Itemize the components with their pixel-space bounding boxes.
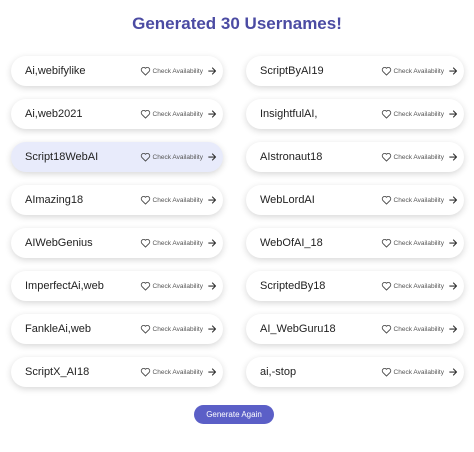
heart-icon xyxy=(140,67,150,76)
heart-icon xyxy=(381,368,391,377)
username-text: ScriptX_AI18 xyxy=(25,366,90,378)
check-availability-label: Check Availability xyxy=(152,67,203,75)
username-text: AI_WebGuru18 xyxy=(260,323,336,335)
check-availability-label: Check Availability xyxy=(152,239,203,247)
check-availability-label: Check Availability xyxy=(152,153,203,161)
check-availability-button[interactable]: Check Availability xyxy=(140,109,217,119)
arrow-right-icon xyxy=(208,325,217,333)
check-availability-button[interactable]: Check Availability xyxy=(381,281,458,291)
heart-icon xyxy=(381,67,391,76)
username-text: AIWebGenius xyxy=(25,237,93,249)
heart-icon xyxy=(381,153,391,162)
username-card: ScriptedBy18 Check Availability xyxy=(246,271,464,301)
username-card: Ai,web2021 Check Availability xyxy=(11,99,223,129)
check-availability-label: Check Availability xyxy=(152,196,203,204)
check-availability-label: Check Availability xyxy=(152,282,203,290)
username-grid: Ai,webifylike Check Availability ScriptByA… xyxy=(11,56,464,387)
check-availability-label: Check Availability xyxy=(152,325,203,333)
check-availability-button[interactable]: Check Availability xyxy=(140,367,217,377)
heart-icon xyxy=(381,239,391,248)
check-availability-button[interactable]: Check Availability xyxy=(381,238,458,248)
heart-icon xyxy=(381,325,391,334)
username-card: Script18WebAI Check Availability xyxy=(11,142,223,172)
username-card: Ai,webifylike Check Availability xyxy=(11,56,223,86)
username-text: Script18WebAI xyxy=(25,151,99,163)
heart-icon xyxy=(140,153,150,162)
check-availability-button[interactable]: Check Availability xyxy=(140,195,217,205)
heart-icon xyxy=(140,282,150,291)
username-card: AIWebGenius Check Availability xyxy=(11,228,223,258)
check-availability-label: Check Availability xyxy=(393,67,444,75)
arrow-right-icon xyxy=(449,282,458,290)
heart-icon xyxy=(381,196,391,205)
heart-icon xyxy=(140,325,150,334)
arrow-right-icon xyxy=(208,153,217,161)
username-card: WebOfAI_18 Check Availability xyxy=(246,228,464,258)
check-availability-label: Check Availability xyxy=(393,368,444,376)
generate-again-button[interactable]: Generate Again xyxy=(194,405,274,424)
check-availability-label: Check Availability xyxy=(393,282,444,290)
username-text: ScriptByAI19 xyxy=(260,65,324,77)
username-text: Ai,web2021 xyxy=(25,108,83,120)
check-availability-button[interactable]: Check Availability xyxy=(381,66,458,76)
heart-icon xyxy=(381,110,391,119)
arrow-right-icon xyxy=(208,282,217,290)
arrow-right-icon xyxy=(208,67,217,75)
check-availability-button[interactable]: Check Availability xyxy=(381,195,458,205)
arrow-right-icon xyxy=(208,196,217,204)
username-card: AIstronaut18 Check Availability xyxy=(246,142,464,172)
username-text: Ai,webifylike xyxy=(25,65,86,77)
username-text: WebOfAI_18 xyxy=(260,237,323,249)
arrow-right-icon xyxy=(449,368,458,376)
check-availability-button[interactable]: Check Availability xyxy=(140,152,217,162)
username-text: InsightfulAI, xyxy=(260,108,318,120)
check-availability-button[interactable]: Check Availability xyxy=(140,324,217,334)
arrow-right-icon xyxy=(449,196,458,204)
username-card: AImazing18 Check Availability xyxy=(11,185,223,215)
username-card: ai,-stop Check Availability xyxy=(246,357,464,387)
username-card: ImperfectAi,web Check Availability xyxy=(11,271,223,301)
heart-icon xyxy=(140,196,150,205)
check-availability-button[interactable]: Check Availability xyxy=(381,367,458,377)
username-card: ScriptX_AI18 Check Availability xyxy=(11,357,223,387)
arrow-right-icon xyxy=(208,368,217,376)
arrow-right-icon xyxy=(208,110,217,118)
username-text: AIstronaut18 xyxy=(260,151,323,163)
arrow-right-icon xyxy=(449,67,458,75)
arrow-right-icon xyxy=(449,325,458,333)
check-availability-label: Check Availability xyxy=(393,196,444,204)
check-availability-button[interactable]: Check Availability xyxy=(381,152,458,162)
arrow-right-icon xyxy=(449,239,458,247)
username-card: FankleAi,web Check Availability xyxy=(11,314,223,344)
arrow-right-icon xyxy=(449,110,458,118)
check-availability-label: Check Availability xyxy=(393,325,444,333)
check-availability-label: Check Availability xyxy=(393,239,444,247)
check-availability-label: Check Availability xyxy=(393,110,444,118)
username-text: ai,-stop xyxy=(260,366,297,378)
check-availability-button[interactable]: Check Availability xyxy=(140,66,217,76)
arrow-right-icon xyxy=(208,239,217,247)
arrow-right-icon xyxy=(449,153,458,161)
check-availability-button[interactable]: Check Availability xyxy=(140,281,217,291)
heart-icon xyxy=(140,368,150,377)
username-text: WebLordAI xyxy=(260,194,315,206)
username-card: AI_WebGuru18 Check Availability xyxy=(246,314,464,344)
username-card: ScriptByAI19 Check Availability xyxy=(246,56,464,86)
username-text: ScriptedBy18 xyxy=(260,280,326,292)
username-card: WebLordAI Check Availability xyxy=(246,185,464,215)
check-availability-label: Check Availability xyxy=(152,110,203,118)
check-availability-button[interactable]: Check Availability xyxy=(140,238,217,248)
check-availability-label: Check Availability xyxy=(393,153,444,161)
page-title: Generated 30 Usernames! xyxy=(132,14,342,33)
check-availability-button[interactable]: Check Availability xyxy=(381,324,458,334)
heart-icon xyxy=(381,282,391,291)
heart-icon xyxy=(140,239,150,248)
username-text: FankleAi,web xyxy=(25,323,92,335)
check-availability-button[interactable]: Check Availability xyxy=(381,109,458,119)
username-text: AImazing18 xyxy=(25,194,84,206)
check-availability-label: Check Availability xyxy=(152,368,203,376)
heart-icon xyxy=(140,110,150,119)
username-card: InsightfulAI, Check Availability xyxy=(246,99,464,129)
username-text: ImperfectAi,web xyxy=(25,280,104,292)
